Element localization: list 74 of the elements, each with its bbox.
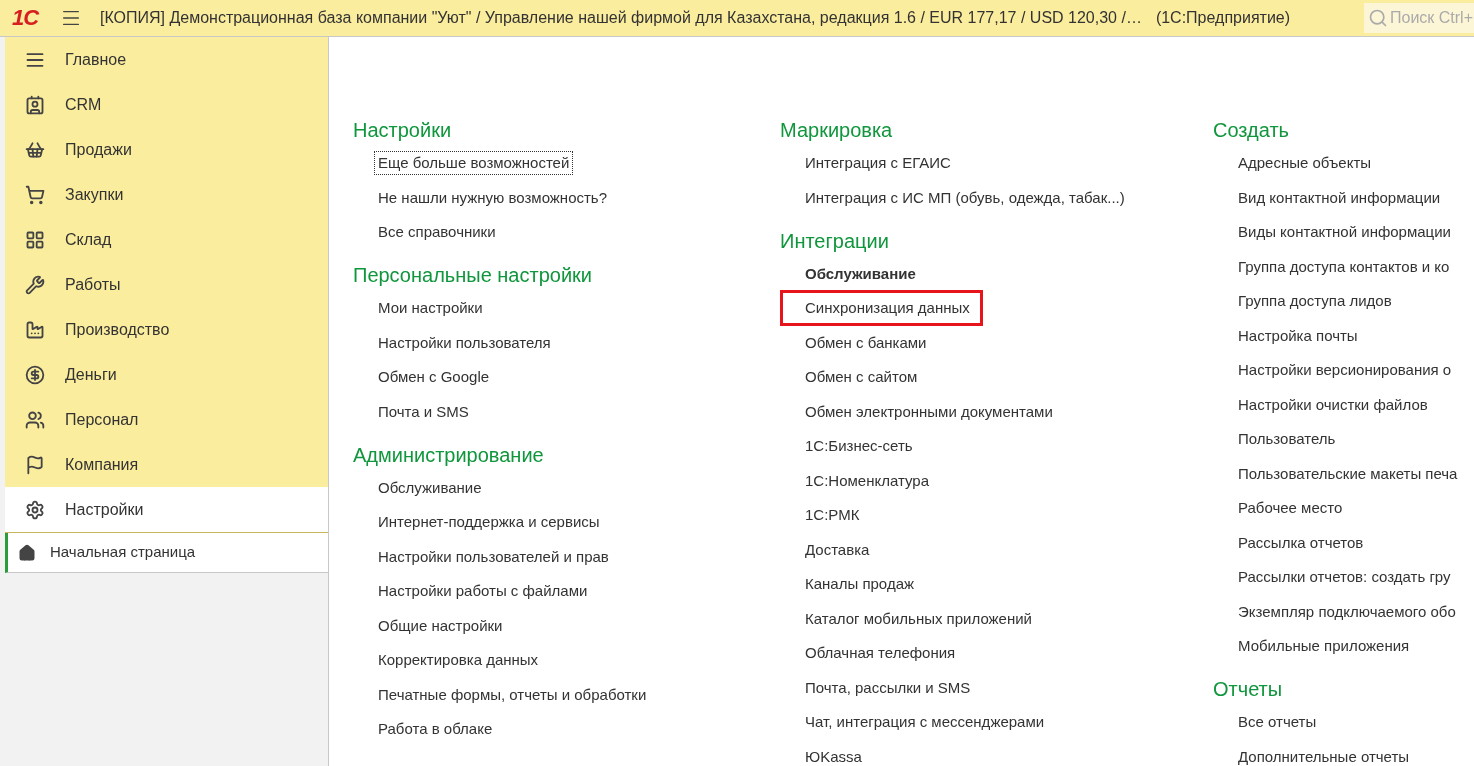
cart-icon (25, 184, 45, 205)
wrench-icon (25, 274, 45, 295)
link[interactable]: Обслуживание (374, 475, 486, 500)
link[interactable]: Не нашли нужную возможность? (374, 185, 611, 210)
link[interactable]: Каталог мобильных приложений (801, 606, 1036, 631)
link[interactable]: Настройки версионирования о (1234, 358, 1456, 382)
link[interactable]: Мобильные приложения (1234, 634, 1414, 658)
link[interactable]: Мои настройки (374, 296, 487, 320)
link[interactable]: Общие настройки (374, 613, 507, 638)
link[interactable]: 1С:Номенклатура (801, 468, 933, 493)
link[interactable]: Настройки работы с файлами (374, 579, 592, 603)
link[interactable]: Обслуживание (801, 261, 920, 286)
link[interactable]: Чат, интеграция с мессенджерами (801, 710, 1049, 734)
link[interactable]: Все справочники (374, 220, 500, 244)
id-card-icon (25, 94, 45, 115)
people-icon (25, 409, 45, 430)
factory-icon (25, 319, 45, 340)
search-icon (1368, 8, 1388, 28)
link[interactable]: Адресные объекты (1234, 151, 1376, 175)
link[interactable]: Рассылки отчетов: создать гру (1234, 565, 1455, 589)
link[interactable]: Печатные формы, отчеты и обработки (374, 682, 651, 707)
link[interactable]: Еще больше возможностей (374, 151, 574, 175)
link[interactable]: Группа доступа лидов (1234, 289, 1396, 313)
link[interactable]: Облачная телефония (801, 641, 960, 665)
coin-icon (25, 364, 45, 385)
section-heading: Персональные настройки (353, 263, 593, 288)
grid-icon (25, 229, 45, 250)
link[interactable]: ЮKassa (801, 744, 866, 766)
link[interactable]: Вид контактной информации (1234, 185, 1445, 210)
link[interactable]: Интернет-поддержка и сервисы (374, 510, 604, 534)
link[interactable]: Обмен с Google (374, 365, 494, 389)
section-heading: Интеграции (780, 228, 890, 254)
section-item[interactable]: Настройки (5, 487, 328, 532)
link[interactable]: Синхронизация данных (801, 296, 974, 320)
link[interactable]: Рассылка отчетов (1234, 530, 1368, 555)
link[interactable]: Доставка (801, 537, 874, 562)
link[interactable]: Почта и SMS (374, 399, 473, 424)
home-icon (18, 543, 36, 562)
link[interactable]: Настройки пользователя (374, 330, 555, 355)
link[interactable]: Обмен с банками (801, 330, 931, 355)
section-heading: Создать (1213, 118, 1290, 143)
window-title: [КОПИЯ] Демонстрационная база компании "Уют" / Управление нашей фирмой для Казахстана, редакция 1.6 / EUR 177,17 / USD 120,30 /… (99, 8, 1142, 28)
link[interactable]: 1С:РМК (801, 503, 864, 527)
basket-icon (25, 139, 45, 160)
link[interactable]: Работа в облаке (374, 717, 497, 741)
link[interactable]: Экземпляр подключаемого обо (1234, 599, 1460, 624)
search-field[interactable]: Поиск Ctrl+ (1364, 3, 1474, 33)
link[interactable]: Пользовательские макеты печа (1234, 461, 1462, 486)
app-name: (1С:Предприятие) (1155, 8, 1291, 28)
link[interactable]: Группа доступа контактов и ко (1234, 254, 1454, 279)
link[interactable]: Настройки очистки файлов (1234, 392, 1432, 417)
link[interactable]: Пользователь (1234, 427, 1340, 451)
link[interactable]: 1С:Бизнес-сеть (801, 434, 917, 458)
link[interactable]: Почта, рассылки и SMS (801, 675, 975, 700)
link[interactable]: Обмен электронными документами (801, 399, 1057, 424)
link[interactable]: Рабочее место (1234, 496, 1347, 520)
link[interactable]: Каналы продаж (801, 572, 918, 596)
link[interactable]: Обмен с сайтом (801, 365, 922, 389)
link[interactable]: Настройки пользователей и прав (374, 544, 613, 569)
section-heading: Администрирование (353, 442, 545, 468)
logo: 1С (12, 7, 38, 29)
section-heading: Настройки (353, 118, 453, 143)
link[interactable]: Настройка почты (1234, 323, 1362, 348)
settings-icon (25, 499, 45, 520)
link[interactable]: Виды контактной информации (1234, 220, 1455, 244)
flag-icon (25, 454, 45, 475)
open-page-tab[interactable]: Начальная страница (5, 533, 328, 573)
link[interactable]: Интеграция с ЕГАИС (801, 151, 955, 175)
link[interactable]: Интеграция с ИС МП (обувь, одежда, табак...) (801, 185, 1129, 210)
section-heading: Отчеты (1213, 677, 1284, 702)
link[interactable]: Корректировка данных (374, 648, 543, 672)
link[interactable]: Все отчеты (1234, 710, 1321, 734)
link[interactable]: Дополнительные отчеты (1234, 744, 1414, 766)
section-heading: Маркировка (780, 118, 894, 143)
